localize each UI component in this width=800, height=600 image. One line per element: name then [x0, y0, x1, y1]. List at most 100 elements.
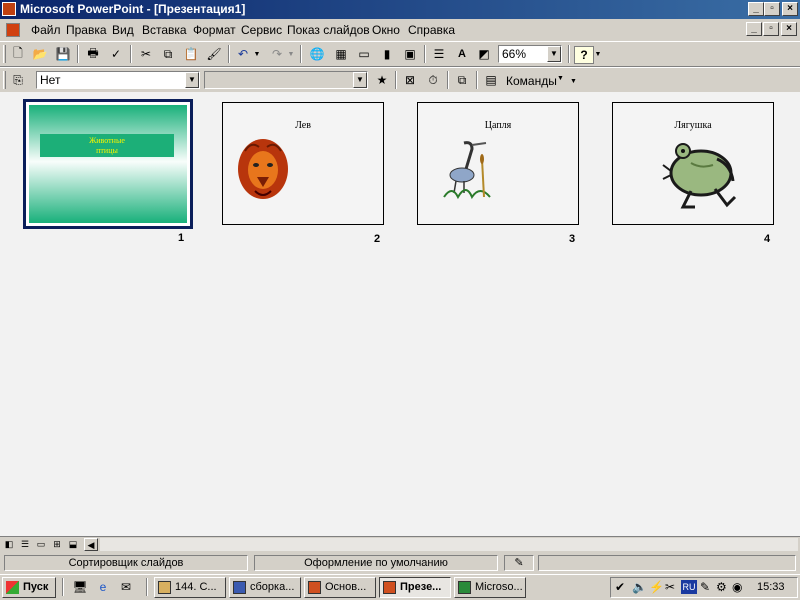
tables-borders-icon[interactable]: ▦ [332, 46, 350, 62]
toolbar-grip[interactable] [3, 71, 6, 89]
toolbar-options-icon[interactable]: ▼ [594, 46, 602, 62]
commands-menu[interactable]: Команды [506, 74, 557, 88]
help-icon[interactable]: ? [574, 46, 594, 64]
spelling-status-icon[interactable]: ✎ [504, 555, 534, 571]
horizontal-scrollbar[interactable] [100, 538, 798, 551]
menu-slideshow[interactable]: Показ слайдов [287, 23, 370, 37]
menu-help[interactable]: Справка [408, 23, 455, 37]
outlook-icon[interactable]: ✉ [117, 579, 135, 595]
hyperlink-icon[interactable]: 🌐 [308, 46, 326, 62]
minimize-button[interactable]: _ [748, 2, 764, 16]
chevron-down-icon[interactable]: ▼ [557, 75, 564, 82]
redo-icon[interactable]: ↷ [268, 46, 286, 62]
slideshow-view-icon[interactable]: ⬓ [66, 538, 80, 551]
transition-value: Нет [40, 73, 61, 87]
antivirus-icon[interactable]: ✔ [615, 580, 625, 594]
doc-minimize-button[interactable]: _ [746, 22, 762, 36]
save-icon[interactable]: 💾 [54, 46, 72, 62]
windows-logo-icon [6, 581, 19, 594]
slide-number: 1 [178, 232, 185, 244]
frog-clipart [662, 143, 737, 209]
chevron-down-icon[interactable]: ▼ [185, 72, 199, 88]
tray-app-icon[interactable]: ⚙ [716, 580, 727, 594]
show-formatting-icon[interactable]: A [453, 46, 471, 62]
animation-preview-icon[interactable]: ★ [373, 72, 391, 88]
tray-app-icon[interactable]: ✎ [700, 580, 710, 594]
slide-thumbnail-3[interactable]: Цапля 3 [417, 102, 579, 245]
menu-view[interactable]: Вид [112, 23, 134, 37]
slide-sorter-toolbar: ⎘ Нет ▼ ▼ ★ ⊠ ⏱ ⧉ ▤ Команды ▼ ▼ [0, 67, 800, 93]
volume-icon[interactable]: 🔈 [632, 580, 647, 594]
rehearse-timings-icon[interactable]: ⏱ [424, 72, 442, 88]
taskbar-item-3[interactable]: Основ... [304, 577, 376, 598]
language-indicator[interactable]: RU [681, 580, 697, 594]
taskbar-item-1[interactable]: 144. С... [154, 577, 226, 598]
slide-transition-icon[interactable]: ⎘ [9, 72, 27, 88]
slide-thumbnail-1[interactable]: Животные птицы [23, 99, 193, 229]
redo-dropdown-icon[interactable]: ▼ [286, 46, 296, 62]
menu-file[interactable]: Файл [31, 23, 61, 37]
spelling-icon[interactable]: ✓ [107, 46, 125, 62]
chevron-down-icon[interactable]: ▼ [547, 46, 561, 62]
scroll-left-button[interactable]: ◀ [84, 538, 98, 551]
summary-slide-icon[interactable]: ⧉ [453, 72, 471, 88]
commands-icon[interactable]: ▤ [482, 72, 500, 88]
undo-icon[interactable]: ↶ [234, 46, 252, 62]
menu-tools[interactable]: Сервис [241, 23, 282, 37]
taskbar-item-5[interactable]: Microso... [454, 577, 526, 598]
zip-icon[interactable]: ◉ [732, 580, 742, 594]
effect-combo[interactable]: ▼ [204, 71, 368, 89]
lion-clipart [238, 139, 288, 199]
slide-thumbnail-4[interactable]: Лягушка 4 [612, 102, 774, 245]
chevron-down-icon[interactable]: ▼ [353, 72, 367, 88]
format-painter-icon[interactable]: 🖌 [205, 46, 223, 62]
taskbar-item-4[interactable]: Презе... [379, 577, 451, 598]
toolbar-grip[interactable] [3, 45, 6, 63]
document-icon[interactable] [6, 23, 20, 37]
zoom-combo[interactable]: 66% ▼ [498, 45, 562, 63]
expand-icon[interactable]: ☰ [430, 46, 448, 62]
new-slide-icon[interactable]: ▣ [401, 46, 419, 62]
copy-icon[interactable]: ⧉ [159, 46, 177, 62]
menu-window[interactable]: Окно [372, 23, 400, 37]
window-title: Microsoft PowerPoint - [Презентация1] [20, 2, 246, 16]
toolbar-options-icon[interactable]: ▼ [570, 78, 577, 85]
slide-background [29, 105, 187, 223]
slide-thumbnail-2[interactable]: Лев 2 [222, 102, 384, 245]
utility-icon[interactable]: ✂ [665, 580, 675, 594]
insert-table-icon[interactable]: ▭ [355, 46, 373, 62]
normal-view-icon[interactable]: ◧ [2, 538, 16, 551]
grayscale-icon[interactable]: ◩ [475, 46, 493, 62]
doc-close-button[interactable]: × [781, 22, 797, 36]
close-button[interactable]: × [782, 2, 798, 16]
clock[interactable]: 15:33 [757, 581, 785, 593]
slide-sorter-area: Животные птицы 1 Лев 2 Цапля 3 Лягушка 4 [0, 92, 800, 536]
outline-view-icon[interactable]: ☰ [18, 538, 32, 551]
open-icon[interactable]: 📂 [31, 46, 49, 62]
cut-icon[interactable]: ✂ [137, 46, 155, 62]
transition-combo[interactable]: Нет ▼ [36, 71, 200, 89]
slide-title: Лев [295, 120, 311, 131]
slide-view-icon[interactable]: ▭ [34, 538, 48, 551]
ie-icon[interactable]: e [94, 579, 112, 595]
taskbar-item-2[interactable]: сборка... [229, 577, 301, 598]
print-icon[interactable]: 🖶 [84, 46, 102, 62]
insert-chart-icon[interactable]: ▮ [378, 46, 396, 62]
powerpoint-app-icon[interactable] [2, 2, 16, 16]
paste-icon[interactable]: 📋 [182, 46, 200, 62]
view-bar: ◧ ☰ ▭ ⊞ ⬓ ◀ [0, 536, 800, 552]
status-view: Сортировщик слайдов [4, 555, 248, 571]
show-desktop-icon[interactable]: 🖥 [71, 579, 89, 595]
menu-edit[interactable]: Правка [66, 23, 107, 37]
network-icon[interactable]: ⚡ [649, 580, 664, 594]
slide-number: 3 [569, 233, 576, 245]
menu-format[interactable]: Формат [193, 23, 236, 37]
menu-insert[interactable]: Вставка [142, 23, 187, 37]
start-button[interactable]: Пуск [2, 577, 56, 598]
undo-dropdown-icon[interactable]: ▼ [252, 46, 262, 62]
new-icon[interactable]: 🗋 [9, 46, 27, 62]
hide-slide-icon[interactable]: ⊠ [401, 72, 419, 88]
slide-sorter-view-icon[interactable]: ⊞ [50, 538, 64, 551]
doc-restore-button[interactable]: ▫ [763, 22, 779, 36]
maximize-button[interactable]: ▫ [764, 2, 780, 16]
